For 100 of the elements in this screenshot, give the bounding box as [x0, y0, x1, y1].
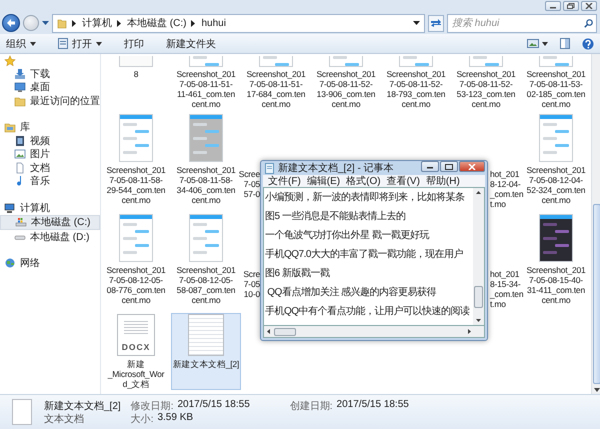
- refresh-icon: [430, 18, 442, 28]
- minimize-button[interactable]: [421, 161, 439, 172]
- monitor-icon: [14, 81, 26, 94]
- computer-icon: [4, 202, 16, 214]
- screenshot-thumbnail: [539, 114, 573, 162]
- file-item[interactable]: Screenshot_201 7-05-08-11-51- 17-684_com.ten cent.mo: [241, 55, 311, 110]
- help-icon: [582, 38, 594, 50]
- nav-item[interactable]: 下载: [0, 67, 100, 80]
- picture-icon: [527, 39, 539, 48]
- file-item[interactable]: hot_201 8-12-04- _com.ten t.mo: [489, 113, 521, 210]
- screenshot-thumbnail: [539, 56, 573, 67]
- file-item[interactable]: Screenshot_201 7-05-08-11-52- 18-793_com.ten cent.mo: [381, 55, 451, 110]
- arrow-right-icon: [468, 329, 471, 334]
- chevron-icon: [117, 20, 122, 26]
- file-item[interactable]: Screenshot_201 7-05-08-11-52- 13-906_com.ten cent.mo: [311, 55, 381, 110]
- file-item[interactable]: DOCX 新建 _Microsoft_Wor d_文档: [101, 313, 171, 390]
- vertical-scrollbar[interactable]: [591, 54, 600, 394]
- nav-item[interactable]: 本地磁盘 (D:): [0, 230, 100, 244]
- screenshot-thumbnail: [119, 114, 153, 162]
- film-icon: [14, 134, 26, 147]
- file-item[interactable]: Screenshot_201 7-05-08-11-58- 29-544_com.ten cent.mo: [101, 113, 171, 210]
- nav-item[interactable]: 库: [0, 120, 100, 134]
- caret-icon: [42, 20, 49, 26]
- screenshot-thumbnail: [399, 56, 433, 67]
- toolbar-button[interactable]: 打开: [58, 36, 102, 50]
- file-item[interactable]: 8: [101, 55, 171, 110]
- file-item[interactable]: Screenshot_201 7-05-08-11-53- 02-185_com.ten cent.mo: [521, 55, 591, 110]
- text-document-icon: [188, 314, 224, 356]
- nav-item[interactable]: 计算机: [0, 201, 100, 214]
- maximize-icon: [445, 164, 453, 170]
- close-button[interactable]: [581, 1, 597, 11]
- refresh-button[interactable]: [428, 14, 444, 32]
- scrollbar-thumb[interactable]: [274, 328, 296, 336]
- file-name: 新建文本文档_[2]: [44, 400, 121, 412]
- nav-item[interactable]: 桌面: [0, 80, 100, 94]
- folder-icon: [57, 18, 67, 28]
- file-item[interactable]: Scre 7-05 10-0: [241, 213, 261, 310]
- nav-item[interactable]: 网络: [0, 256, 100, 270]
- restore-button[interactable]: [563, 1, 579, 11]
- scrollbar-thumb[interactable]: [474, 286, 483, 308]
- minimize-icon: [426, 164, 434, 169]
- toolbar-button[interactable]: 组织: [6, 36, 36, 50]
- file-item[interactable]: Scree 7-05 57-0: [241, 113, 261, 210]
- caret-icon: [413, 20, 420, 26]
- arrow-down-icon: [476, 319, 481, 322]
- restore-icon: [567, 3, 575, 9]
- screenshot-thumbnail: [119, 56, 153, 67]
- file-item[interactable]: 新建文本文档_[2]: [171, 313, 241, 390]
- menu-item[interactable]: 格式(O): [344, 174, 383, 188]
- menu-item[interactable]: 查看(V): [384, 174, 422, 188]
- horizontal-scrollbar[interactable]: [263, 325, 485, 338]
- library-icon: [4, 121, 16, 134]
- field-value: 2017/5/15 18:55: [177, 398, 250, 412]
- menu-item[interactable]: 帮助(H): [424, 174, 462, 188]
- nav-item[interactable]: 文档: [0, 161, 100, 174]
- toolbar-button[interactable]: 新建文件夹: [166, 36, 216, 50]
- breadcrumb-item[interactable]: 计算机: [82, 16, 112, 30]
- folder-icon: [14, 94, 26, 107]
- chevron-icon: [191, 20, 196, 26]
- maximize-button[interactable]: [440, 161, 458, 172]
- back-button[interactable]: [2, 14, 20, 32]
- field-value: 3.59 KB: [157, 412, 194, 424]
- help-button[interactable]: [582, 38, 594, 50]
- screenshot-thumbnail: [189, 214, 223, 262]
- field-label: 创建日期:: [290, 400, 333, 412]
- file-item[interactable]: Screenshot_201 7-05-08-12-05- 58-087_com.ten cent.mo: [171, 213, 241, 310]
- nav-item[interactable]: 音乐: [0, 174, 100, 188]
- file-item[interactable]: hot_201 8-15-34- _com.ten t.mo: [489, 213, 521, 310]
- menu-item[interactable]: 编辑(E): [304, 174, 342, 188]
- view-menu-button[interactable]: [527, 39, 548, 48]
- nav-item[interactable]: 图片: [0, 148, 100, 161]
- arrow-left-icon: [6, 18, 16, 28]
- toolbar-button[interactable]: 打印: [124, 36, 144, 50]
- screenshot-thumbnail: [189, 114, 223, 162]
- file-type: 文本文档: [44, 412, 85, 426]
- close-button[interactable]: [459, 161, 485, 172]
- nav-item[interactable]: 视频: [0, 134, 100, 148]
- nav-item[interactable]: 最近访问的位置: [0, 94, 100, 108]
- document-icon: [14, 162, 26, 174]
- vertical-scrollbar[interactable]: [473, 188, 484, 325]
- word-document-icon: DOCX: [117, 314, 155, 356]
- screenshot-thumbnail: [119, 214, 153, 262]
- search-icon: [584, 18, 593, 28]
- address-field[interactable]: 计算机 本地磁盘 (C:) huhui: [52, 14, 425, 32]
- file-item[interactable]: Screenshot_201 7-05-08-11-52- 53-123_com.ten cent.mo: [451, 55, 521, 110]
- breadcrumb-item[interactable]: huhui: [201, 18, 226, 28]
- minimize-button[interactable]: [545, 1, 561, 11]
- caret-icon: [30, 42, 36, 46]
- arrow-left-icon: [267, 329, 270, 334]
- arrow-down-icon: [594, 388, 600, 392]
- nav-item[interactable]: 本地磁盘 (C:): [0, 214, 100, 230]
- drive-icon: [15, 216, 27, 228]
- search-field[interactable]: 搜索 huhui: [447, 14, 597, 32]
- caret-icon: [96, 42, 102, 46]
- scrollbar-thumb[interactable]: [593, 204, 600, 384]
- file-item[interactable]: Screenshot_201 7-05-08-11-51- 11-461_com.ten cent.mo: [171, 55, 241, 110]
- menu-item[interactable]: 文件(F): [266, 174, 303, 188]
- breadcrumb-item[interactable]: 本地磁盘 (C:): [127, 16, 186, 30]
- file-item[interactable]: Screenshot_201 7-05-08-12-05- 08-776_com.ten cent.mo: [101, 213, 171, 310]
- preview-pane-button[interactable]: [560, 38, 570, 49]
